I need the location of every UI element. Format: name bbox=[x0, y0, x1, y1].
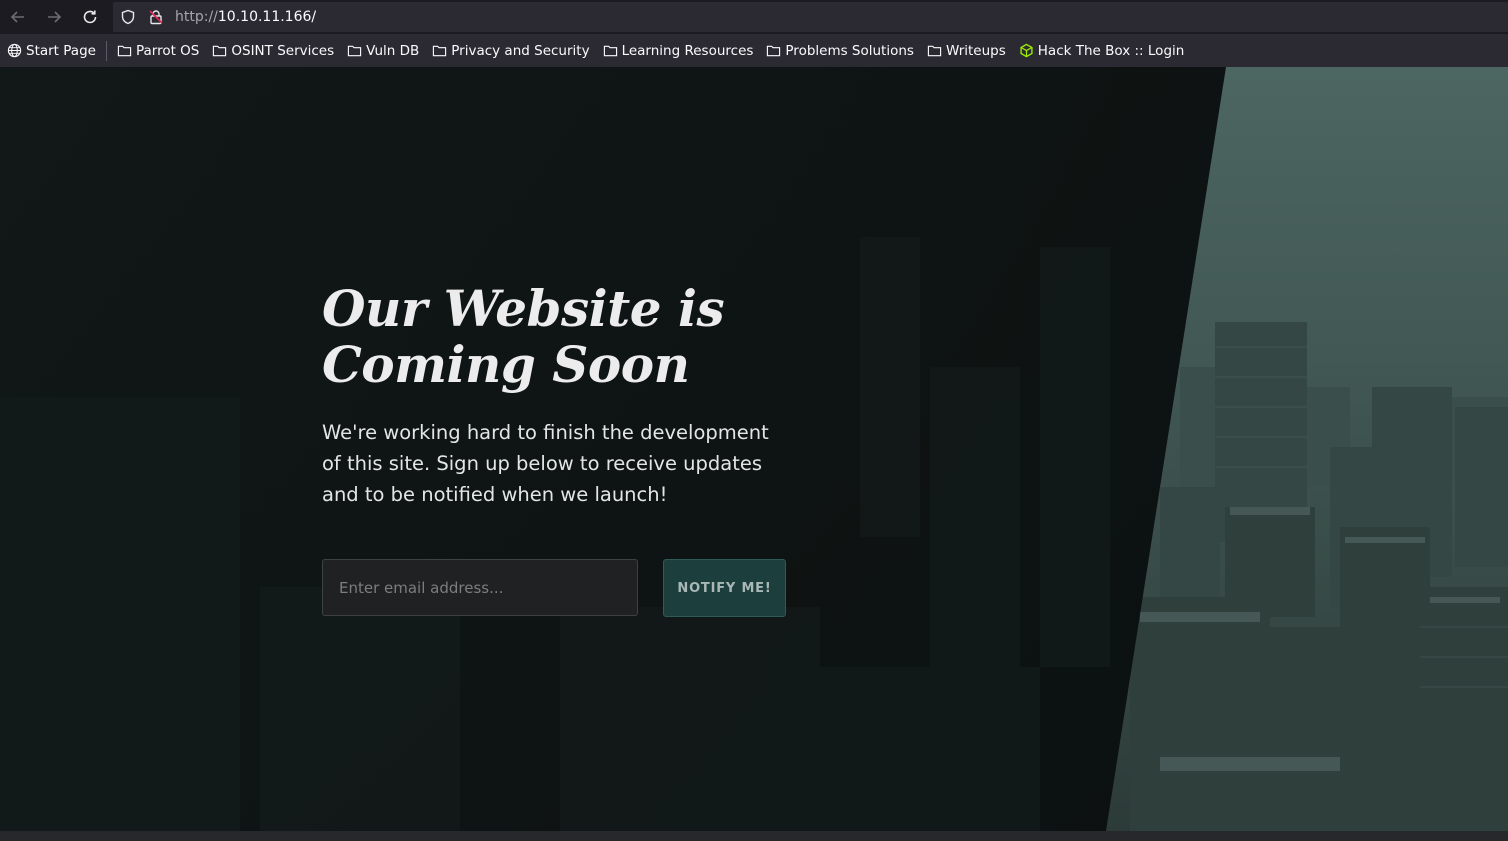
browser-toolbar: http://10.10.11.166/ bbox=[0, 0, 1508, 34]
bookmark-problems-solutions[interactable]: Problems Solutions bbox=[766, 43, 914, 59]
bookmark-start-page[interactable]: Start Page bbox=[7, 43, 96, 59]
bookmarks-separator bbox=[105, 40, 107, 61]
bookmark-label: Parrot OS bbox=[135, 42, 200, 59]
back-button[interactable] bbox=[0, 0, 36, 34]
reload-icon bbox=[83, 10, 97, 24]
url-protocol: http:// bbox=[175, 9, 218, 25]
back-icon bbox=[10, 11, 24, 23]
page-content: Our Website is Coming Soon We're working … bbox=[0, 67, 1508, 831]
folder-icon bbox=[213, 45, 227, 57]
bookmark-learning-resources[interactable]: Learning Resources bbox=[603, 42, 754, 59]
notify-me-button[interactable]: NOTIFY ME! bbox=[663, 559, 786, 617]
shield-icon[interactable] bbox=[117, 6, 139, 28]
bookmark-hack-the-box-login[interactable]: Hack The Box :: Login bbox=[1019, 42, 1185, 59]
bookmark-vuln-db[interactable]: Vuln DB bbox=[347, 43, 419, 59]
address-bar[interactable]: http://10.10.11.166/ bbox=[113, 2, 1508, 32]
bookmark-label: Problems Solutions bbox=[785, 42, 914, 59]
folder-icon bbox=[927, 45, 942, 57]
email-input[interactable] bbox=[322, 559, 638, 616]
bookmark-label: Vuln DB bbox=[366, 42, 420, 59]
insecure-lock-icon[interactable] bbox=[145, 6, 167, 28]
forward-button[interactable] bbox=[36, 0, 72, 34]
folder-icon bbox=[767, 45, 781, 57]
bookmark-label: Writeups bbox=[945, 42, 1006, 59]
htb-cube-icon bbox=[1020, 43, 1033, 58]
page-description: We're working hard to finish the develop… bbox=[322, 421, 769, 506]
bookmark-label: Privacy and Security bbox=[451, 42, 590, 59]
bookmark-writeups[interactable]: Writeups bbox=[927, 43, 1006, 59]
page-title-line2: Coming Soon bbox=[322, 335, 690, 394]
folder-icon bbox=[433, 45, 447, 57]
bookmark-label: Learning Resources bbox=[621, 42, 754, 59]
folder-icon bbox=[347, 45, 362, 57]
folder-icon bbox=[117, 45, 132, 57]
bookmark-label: OSINT Services bbox=[231, 42, 335, 59]
url-host: 10.10.11.166/ bbox=[217, 9, 317, 25]
bookmark-label: Hack The Box :: Login bbox=[1037, 42, 1185, 59]
folder-icon bbox=[603, 45, 617, 57]
page-title: Our Website is Coming Soon bbox=[322, 281, 842, 393]
reload-button[interactable] bbox=[72, 0, 108, 34]
globe-icon bbox=[7, 43, 22, 58]
bookmark-privacy-and-security[interactable]: Privacy and Security bbox=[432, 42, 590, 59]
bookmark-parrot-os[interactable]: Parrot OS bbox=[117, 43, 199, 59]
url-text[interactable]: http://10.10.11.166/ bbox=[175, 9, 316, 25]
page-title-line1: Our Website is bbox=[322, 279, 725, 338]
page-bottom-edge bbox=[0, 831, 1508, 841]
bookmarks-toolbar: Start Page Parrot OS OSINT Services Vuln… bbox=[0, 34, 1508, 68]
bookmark-label: Start Page bbox=[26, 42, 96, 59]
bookmark-osint-services[interactable]: OSINT Services bbox=[212, 43, 334, 59]
forward-icon bbox=[48, 11, 62, 23]
